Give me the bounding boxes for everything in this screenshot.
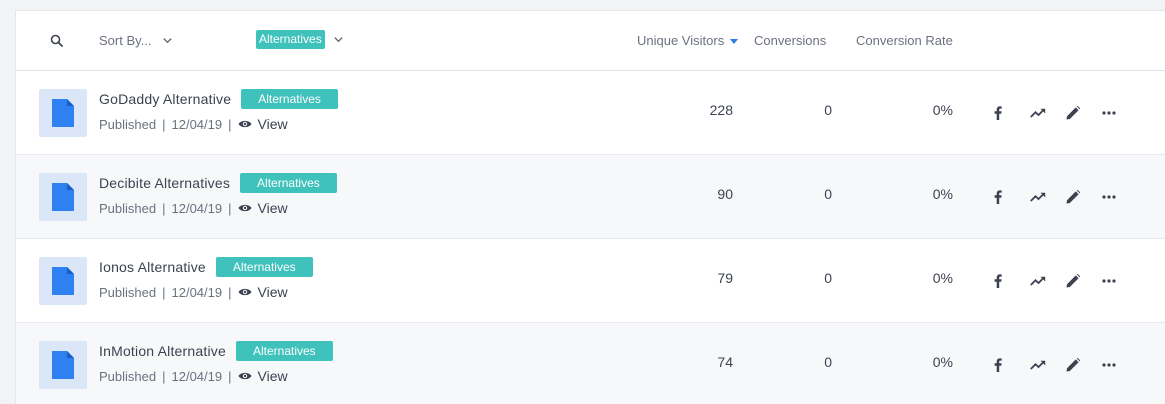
edit-icon[interactable] <box>1066 105 1102 121</box>
table-row[interactable]: GoDaddy Alternative Alternatives Publish… <box>16 71 1165 155</box>
trend-icon[interactable] <box>1030 357 1066 373</box>
facebook-icon[interactable] <box>994 105 1030 121</box>
page-title-link[interactable]: InMotion Alternative <box>99 343 226 359</box>
page-title-link[interactable]: Ionos Alternative <box>99 259 206 275</box>
chevron-down-icon <box>334 37 343 43</box>
page-title-link[interactable]: GoDaddy Alternative <box>99 91 231 107</box>
table-row[interactable]: InMotion Alternative Alternatives Publis… <box>16 323 1165 404</box>
column-header-unique-visitors[interactable]: Unique Visitors <box>637 33 739 48</box>
document-icon <box>52 267 74 295</box>
facebook-icon[interactable] <box>994 189 1030 205</box>
eye-icon <box>238 204 251 212</box>
conversion-rate-value: 0% <box>932 102 953 118</box>
caret-down-icon <box>730 38 739 44</box>
trend-icon[interactable] <box>1030 273 1066 289</box>
conversions-value: 0 <box>824 270 832 286</box>
date-text: 12/04/19 <box>171 200 223 216</box>
status-text: Published <box>99 116 157 132</box>
category-tag: Alternatives <box>240 173 337 193</box>
unique-visitors-value: 228 <box>709 102 733 118</box>
separator: | <box>162 368 166 384</box>
separator: | <box>228 368 232 384</box>
view-link[interactable]: View <box>238 284 288 300</box>
category-tag: Alternatives <box>215 257 313 277</box>
edit-icon[interactable] <box>1066 357 1102 373</box>
document-icon <box>52 351 74 379</box>
conversion-rate-value: 0% <box>932 270 953 286</box>
date-text: 12/04/19 <box>171 368 223 384</box>
date-text: 12/04/19 <box>171 284 223 300</box>
search-icon[interactable] <box>49 33 65 49</box>
unique-visitors-value: 90 <box>717 186 733 202</box>
date-text: 12/04/19 <box>171 116 223 132</box>
more-icon[interactable] <box>1102 105 1138 121</box>
separator: | <box>162 116 166 132</box>
view-label: View <box>257 368 288 384</box>
view-link[interactable]: View <box>238 116 288 132</box>
edit-icon[interactable] <box>1066 189 1102 205</box>
status-text: Published <box>99 200 157 216</box>
view-label: View <box>257 284 288 300</box>
trend-icon[interactable] <box>1030 189 1066 205</box>
conversion-rate-value: 0% <box>932 186 953 202</box>
sort-label: Sort By... <box>99 33 152 48</box>
unique-visitors-value: 79 <box>717 270 733 286</box>
more-icon[interactable] <box>1102 273 1138 289</box>
separator: | <box>228 116 232 132</box>
eye-icon <box>238 120 251 128</box>
separator: | <box>228 200 232 216</box>
conversion-rate-value: 0% <box>932 354 953 370</box>
view-label: View <box>257 200 288 216</box>
category-filter-dropdown[interactable]: Alternatives <box>256 30 344 49</box>
page-thumbnail[interactable] <box>39 89 87 137</box>
unique-visitors-value: 74 <box>717 354 733 370</box>
document-icon <box>52 183 74 211</box>
page-thumbnail[interactable] <box>39 341 87 389</box>
separator: | <box>162 200 166 216</box>
page-title-link[interactable]: Decibite Alternatives <box>99 175 230 191</box>
separator: | <box>162 284 166 300</box>
facebook-icon[interactable] <box>994 273 1030 289</box>
separator: | <box>228 284 232 300</box>
eye-icon <box>238 288 251 296</box>
facebook-icon[interactable] <box>994 357 1030 373</box>
unique-visitors-label: Unique Visitors <box>637 33 725 48</box>
eye-icon <box>238 372 251 380</box>
conversions-value: 0 <box>824 102 832 118</box>
view-label: View <box>257 116 288 132</box>
table-row[interactable]: Ionos Alternative Alternatives Published… <box>16 239 1165 323</box>
category-tag: Alternatives <box>241 89 338 109</box>
table-header: Sort By... Alternatives Unique Visitors … <box>16 11 1165 71</box>
conversions-value: 0 <box>824 186 832 202</box>
edit-icon[interactable] <box>1066 273 1102 289</box>
filter-tag: Alternatives <box>256 30 325 49</box>
trend-icon[interactable] <box>1030 105 1066 121</box>
column-header-conversions[interactable]: Conversions <box>754 33 826 48</box>
pages-table: Sort By... Alternatives Unique Visitors … <box>15 10 1165 404</box>
page-thumbnail[interactable] <box>39 257 87 305</box>
conversions-value: 0 <box>824 354 832 370</box>
category-tag: Alternatives <box>235 341 333 361</box>
page-thumbnail[interactable] <box>39 173 87 221</box>
document-icon <box>52 99 74 127</box>
sort-dropdown[interactable]: Sort By... <box>99 33 173 48</box>
status-text: Published <box>99 368 157 384</box>
chevron-down-icon <box>162 38 172 44</box>
status-text: Published <box>99 284 157 300</box>
view-link[interactable]: View <box>238 368 288 384</box>
view-link[interactable]: View <box>238 200 288 216</box>
more-icon[interactable] <box>1102 357 1138 373</box>
table-row[interactable]: Decibite Alternatives Alternatives Publi… <box>16 155 1165 239</box>
column-header-conversion-rate[interactable]: Conversion Rate <box>856 33 953 48</box>
more-icon[interactable] <box>1102 189 1138 205</box>
